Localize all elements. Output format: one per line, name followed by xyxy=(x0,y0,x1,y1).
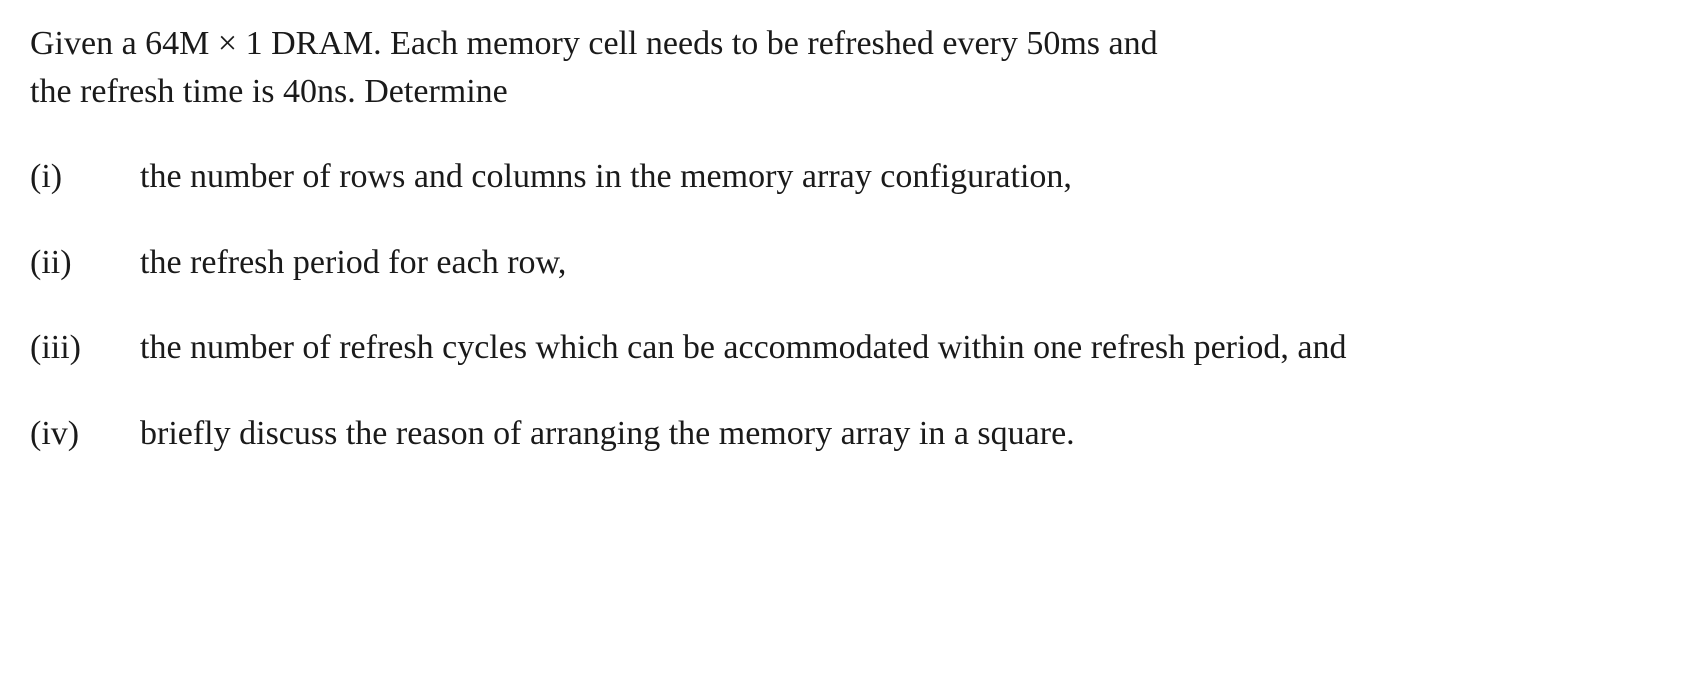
question-label-iv: (iv) xyxy=(30,410,140,458)
question-text-ii: the refresh period for each row, xyxy=(140,239,1654,287)
question-label-i: (i) xyxy=(30,153,140,201)
question-label-ii: (ii) xyxy=(30,239,140,287)
question-item: (ii) the refresh period for each row, xyxy=(30,239,1654,287)
intro-line-1: Given a 64M × 1 DRAM. Each memory cell n… xyxy=(30,20,1654,68)
question-label-iii: (iii) xyxy=(30,324,140,372)
question-item: (iv) briefly discuss the reason of arran… xyxy=(30,410,1654,458)
question-item: (i) the number of rows and columns in th… xyxy=(30,153,1654,201)
question-text-iv: briefly discuss the reason of arranging … xyxy=(140,410,1654,458)
question-text-iii: the number of refresh cycles which can b… xyxy=(140,324,1654,372)
question-text-i: the number of rows and columns in the me… xyxy=(140,153,1654,201)
intro-line-2: the refresh time is 40ns. Determine xyxy=(30,68,1654,116)
problem-statement: Given a 64M × 1 DRAM. Each memory cell n… xyxy=(30,20,1654,115)
question-item: (iii) the number of refresh cycles which… xyxy=(30,324,1654,372)
